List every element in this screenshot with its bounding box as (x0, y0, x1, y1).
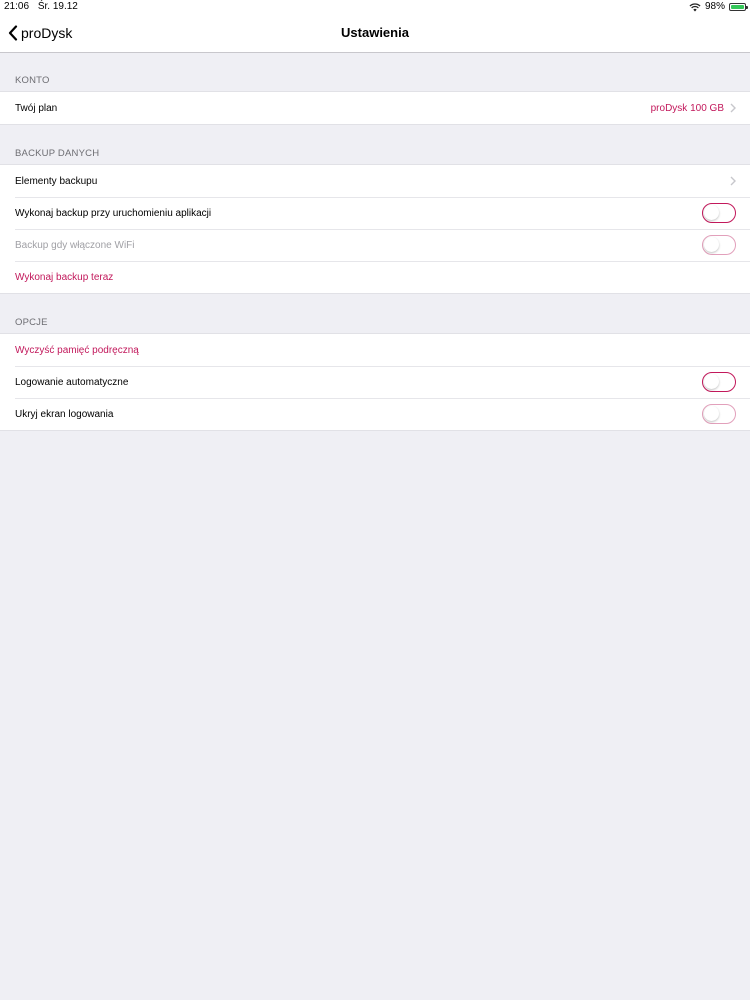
battery-cap (746, 6, 748, 9)
plan-label: Twój plan (15, 102, 58, 114)
section-header-account: KONTO (15, 75, 50, 86)
plan-value: proDysk 100 GB (650, 102, 724, 114)
status-date: Śr. 19.12 (37, 1, 78, 12)
backup-now-button[interactable]: Wykonaj backup teraz (15, 272, 736, 283)
battery-icon (729, 3, 748, 11)
backup-on-launch-toggle[interactable] (702, 203, 736, 223)
auto-login-toggle[interactable] (702, 372, 736, 392)
wifi-icon (689, 2, 701, 12)
row-auto-login: Logowanie automatyczne (0, 366, 750, 398)
auto-login-label: Logowanie automatyczne (15, 376, 129, 388)
toggle-knob (704, 374, 719, 389)
status-bar: 21:06 Śr. 19.12 98% (0, 0, 750, 14)
group-account: Twój plan proDysk 100 GB (0, 91, 750, 125)
section-header-backup: BACKUP DANYCH (15, 148, 100, 159)
toggle-knob (704, 237, 719, 252)
backup-wifi-label: Backup gdy włączone WiFi (15, 239, 135, 251)
clear-cache-button[interactable]: Wyczyść pamięć podręczną (15, 345, 736, 356)
backup-on-launch-label: Wykonaj backup przy uruchomieniu aplikac… (15, 207, 212, 219)
status-left: 21:06 Śr. 19.12 (4, 0, 84, 14)
toggle-knob (704, 205, 719, 220)
row-plan[interactable]: Twój plan proDysk 100 GB (0, 92, 750, 124)
row-backup-on-launch: Wykonaj backup przy uruchomieniu aplikac… (0, 197, 750, 229)
chevron-right-icon (730, 103, 736, 113)
battery-fill (731, 5, 744, 9)
row-hide-login: Ukryj ekran logowania (0, 398, 750, 430)
battery-percent: 98% (704, 1, 725, 12)
backup-wifi-toggle[interactable] (702, 235, 736, 255)
chevron-right-icon (730, 176, 736, 186)
status-time: 21:06 (4, 1, 30, 12)
hide-login-label: Ukryj ekran logowania (15, 408, 114, 420)
status-right: 98% (689, 0, 748, 14)
group-backup: Elementy backupu Wykonaj backup przy uru… (0, 164, 750, 294)
backup-items-label: Elementy backupu (15, 175, 98, 187)
row-clear-cache[interactable]: Wyczyść pamięć podręczną (0, 334, 750, 366)
page-title: Ustawienia (341, 25, 409, 40)
settings-content: KONTO Twój plan proDysk 100 GB BACKUP DA… (0, 53, 750, 431)
row-backup-wifi: Backup gdy włączone WiFi (0, 229, 750, 261)
row-backup-items[interactable]: Elementy backupu (0, 165, 750, 197)
group-options: Wyczyść pamięć podręczną Logowanie autom… (0, 333, 750, 431)
navigation-bar: proDysk Ustawienia (0, 14, 750, 53)
section-header-options: OPCJE (15, 317, 48, 328)
row-backup-now[interactable]: Wykonaj backup teraz (0, 261, 750, 293)
toggle-knob (704, 406, 719, 421)
hide-login-toggle[interactable] (702, 404, 736, 424)
